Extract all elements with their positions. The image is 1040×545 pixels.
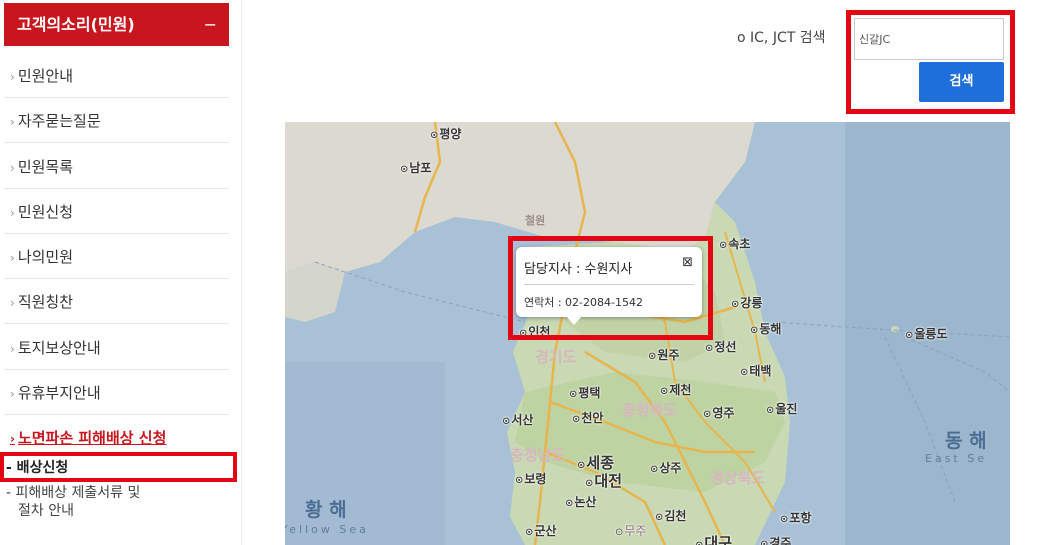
sidebar-item-civil-apply[interactable]: › 민원신청: [4, 190, 229, 234]
place-label: 포항: [780, 509, 811, 526]
region-label: 충청남도: [510, 446, 566, 464]
place-label: 원주: [648, 346, 679, 363]
place-label: 강릉: [731, 294, 762, 311]
place-label: 태백: [740, 362, 771, 379]
sea-label-yellow: 황 해: [305, 499, 347, 521]
chevron-right-icon: ›: [10, 206, 15, 220]
place-label: 김천: [655, 507, 686, 524]
sidebar-item-label: 직원칭찬: [17, 293, 74, 311]
place-label: 울릉도: [905, 325, 947, 342]
place-label: 남포: [400, 159, 431, 176]
place-label: 울진: [766, 400, 797, 417]
region-label: 철원: [525, 214, 546, 227]
highlight-box-popup: [508, 236, 713, 340]
sidebar-item-staff-praise[interactable]: › 직원칭찬: [4, 280, 229, 324]
sidebar-header-title: 고객의소리(민원): [17, 15, 135, 34]
main-content: o IC, JCT 검색 검색: [241, 0, 1040, 545]
chevron-right-icon: ›: [10, 115, 15, 129]
sea-label-east-en: East Se: [925, 452, 987, 465]
sidebar-subitem-documents-guide-cont[interactable]: 절차 안내: [18, 502, 74, 520]
sidebar-item-label: 자주묻는질문: [17, 112, 101, 130]
place-label: 동해: [750, 320, 781, 337]
sidebar-item-label: 토지보상안내: [17, 339, 101, 357]
place-label: 대전: [585, 470, 622, 491]
sidebar-item-label: 민원목록: [17, 158, 74, 176]
chevron-right-icon: ›: [10, 70, 15, 84]
chevron-right-icon: ›: [10, 387, 15, 401]
place-label: 속초: [719, 235, 750, 252]
sidebar-item-label: 민원안내: [17, 67, 74, 85]
search-label: o IC, JCT 검색: [737, 30, 826, 46]
place-label: 경주: [760, 534, 791, 545]
place-label: 상주: [650, 459, 681, 476]
place-label: 정선: [705, 338, 736, 355]
sidebar-item-label: 민원신청: [17, 203, 74, 221]
sidebar-item-faq[interactable]: › 자주묻는질문: [4, 99, 229, 143]
region-label: 경기도: [535, 348, 577, 366]
sidebar-item-land-compensation[interactable]: › 토지보상안내: [4, 326, 229, 370]
place-label: 논산: [565, 493, 596, 510]
sidebar-item-label: 나의민원: [17, 248, 74, 266]
sidebar-subitem-documents-guide[interactable]: - 피해배상 제출서류 및: [6, 484, 140, 502]
place-label: 서산: [502, 411, 533, 428]
chevron-right-icon: ›: [10, 296, 15, 310]
sidebar-item-label: 유휴부지안내: [17, 384, 101, 402]
place-label: 평양: [430, 125, 461, 142]
highlight-box-subitem: [0, 452, 237, 482]
chevron-right-icon: ›: [10, 342, 15, 356]
place-label: 평택: [569, 384, 600, 401]
sea-label-east: 동 해: [945, 430, 987, 452]
region-label: 경상북도: [710, 469, 766, 487]
place-label: 군산: [525, 522, 556, 539]
region-label: 충청북도: [622, 401, 678, 419]
sea-label-yellow-en: Yellow Sea: [285, 523, 369, 536]
place-label: 무주: [615, 522, 646, 539]
chevron-right-icon: ›: [10, 161, 15, 175]
place-label: 제천: [660, 381, 691, 398]
sidebar-item-my-civil[interactable]: › 나의민원: [4, 235, 229, 279]
collapse-icon[interactable]: −: [204, 3, 217, 46]
highlight-box-search: [846, 10, 1015, 114]
chevron-right-icon: ›: [10, 432, 15, 446]
place-label: 보령: [515, 470, 546, 487]
sidebar-item-civil-guide[interactable]: › 민원안내: [4, 54, 229, 98]
place-label: 천안: [572, 409, 603, 426]
page: 고객의소리(민원) − › 민원안내 › 자주묻는질문 › 민원목록 › 민원신청 › 나…: [0, 0, 1040, 545]
sidebar-item-civil-list[interactable]: › 민원목록: [4, 145, 229, 189]
sidebar-item-idle-land[interactable]: › 유휴부지안내: [4, 371, 229, 415]
place-label: 대구: [695, 532, 732, 545]
sidebar: 고객의소리(민원) − › 민원안내 › 자주묻는질문 › 민원목록 › 민원신청 › 나…: [0, 0, 237, 545]
sidebar-item-label: 노면파손 피해배상 신청: [17, 429, 167, 447]
map[interactable]: 평양 남포 속초 강릉 동해 울릉도 인천 원주 정선 태백 평택 제천 서산 …: [285, 122, 1010, 545]
place-label: 영주: [703, 404, 734, 421]
sidebar-header[interactable]: 고객의소리(민원) −: [4, 3, 229, 46]
chevron-right-icon: ›: [10, 251, 15, 265]
